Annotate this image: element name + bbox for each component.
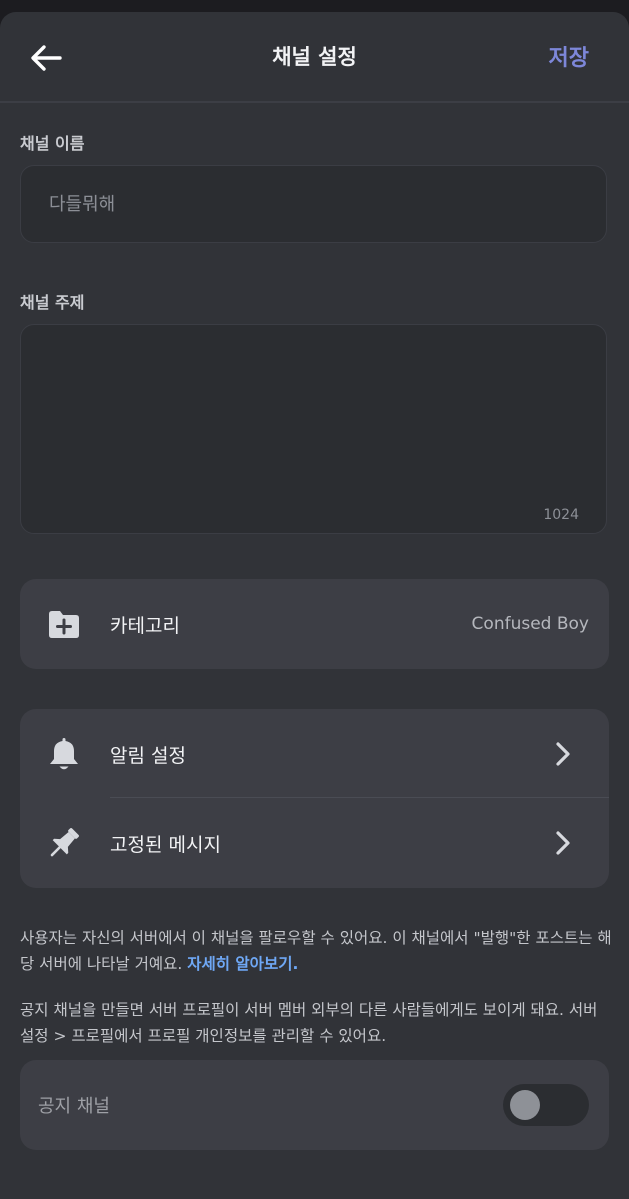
follow-info-text: 사용자는 자신의 서버에서 이 채널을 팔로우할 수 있어요. 이 채널에서 "… bbox=[20, 925, 612, 977]
learn-more-link[interactable]: 자세히 알아보기. bbox=[187, 955, 298, 973]
bell-icon bbox=[46, 736, 82, 772]
pinned-messages-row[interactable]: 고정된 메시지 bbox=[20, 798, 609, 888]
announcement-info-text: 공지 채널을 만들면 서버 프로필이 서버 멤버 외부의 다른 사람들에게도 보… bbox=[20, 1001, 598, 1045]
category-value: Confused Boy bbox=[471, 614, 589, 634]
announcement-channel-label: 공지 채널 bbox=[38, 1096, 110, 1117]
chevron-right-icon bbox=[556, 831, 570, 855]
save-button[interactable]: 저장 bbox=[549, 40, 589, 72]
notification-settings-label: 알림 설정 bbox=[110, 745, 186, 767]
chevron-right-icon bbox=[556, 742, 570, 766]
channel-name-label: 채널 이름 bbox=[20, 134, 85, 153]
page-title: 채널 설정 bbox=[272, 45, 357, 69]
settings-list-card: 알림 설정 고정된 메시지 bbox=[20, 709, 609, 888]
folder-plus-icon bbox=[46, 606, 82, 642]
announcement-channel-card: 공지 채널 bbox=[20, 1060, 609, 1150]
channel-settings-screen: 채널 설정 저장 채널 이름 채널 주제 1024 카테고리 Confused … bbox=[0, 12, 629, 1199]
header-divider bbox=[0, 101, 629, 103]
notification-settings-row[interactable]: 알림 설정 bbox=[20, 709, 609, 799]
character-counter: 1024 bbox=[543, 507, 579, 523]
category-card: 카테고리 Confused Boy bbox=[20, 579, 609, 669]
channel-topic-label: 채널 주제 bbox=[20, 293, 85, 312]
channel-name-input[interactable] bbox=[47, 192, 580, 216]
toggle-knob bbox=[510, 1090, 540, 1120]
channel-topic-field: 1024 bbox=[20, 324, 607, 534]
category-label: 카테고리 bbox=[110, 615, 180, 637]
category-row[interactable]: 카테고리 Confused Boy bbox=[20, 579, 609, 669]
top-bar: 채널 설정 저장 bbox=[0, 12, 629, 102]
pinned-messages-label: 고정된 메시지 bbox=[110, 834, 221, 856]
channel-name-field bbox=[20, 165, 607, 243]
follow-info-body: 사용자는 자신의 서버에서 이 채널을 팔로우할 수 있어요. 이 채널에서 "… bbox=[20, 929, 612, 973]
channel-topic-input[interactable] bbox=[47, 343, 580, 493]
announcement-channel-toggle[interactable] bbox=[503, 1084, 589, 1126]
pin-icon bbox=[46, 825, 82, 861]
